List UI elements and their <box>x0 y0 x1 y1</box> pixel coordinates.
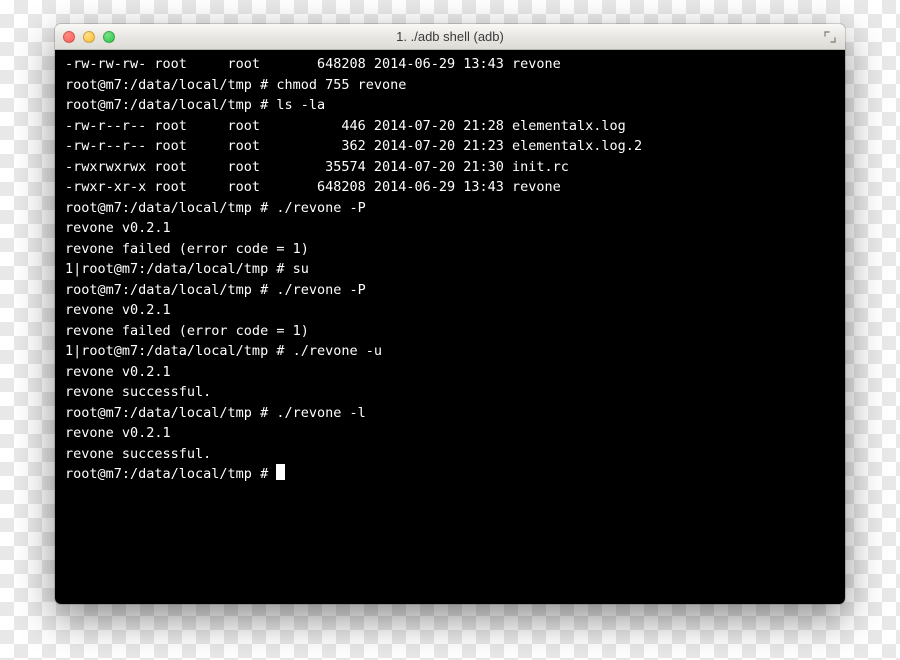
terminal-line: -rw-rw-rw- root root 648208 2014-06-29 1… <box>65 54 835 75</box>
terminal-line: revone v0.2.1 <box>65 300 835 321</box>
zoom-icon[interactable] <box>103 31 115 43</box>
traffic-lights <box>63 31 115 43</box>
terminal-line: revone v0.2.1 <box>65 423 835 444</box>
terminal-line: revone successful. <box>65 444 835 465</box>
terminal-line: root@m7:/data/local/tmp # <box>65 464 835 485</box>
terminal-line: root@m7:/data/local/tmp # ./revone -P <box>65 198 835 219</box>
close-icon[interactable] <box>63 31 75 43</box>
terminal-line: root@m7:/data/local/tmp # chmod 755 revo… <box>65 75 835 96</box>
terminal-line: -rw-r--r-- root root 362 2014-07-20 21:2… <box>65 136 835 157</box>
expand-icon[interactable] <box>823 30 837 44</box>
terminal-line: root@m7:/data/local/tmp # ./revone -P <box>65 280 835 301</box>
minimize-icon[interactable] <box>83 31 95 43</box>
titlebar: 1. ./adb shell (adb) <box>55 24 845 50</box>
terminal-line: 1|root@m7:/data/local/tmp # ./revone -u <box>65 341 835 362</box>
terminal-line: root@m7:/data/local/tmp # ./revone -l <box>65 403 835 424</box>
terminal-line: 1|root@m7:/data/local/tmp # su <box>65 259 835 280</box>
terminal-window: 1. ./adb shell (adb) -rw-rw-rw- root roo… <box>55 24 845 604</box>
terminal-body[interactable]: -rw-rw-rw- root root 648208 2014-06-29 1… <box>55 50 845 604</box>
terminal-line: root@m7:/data/local/tmp # ls -la <box>65 95 835 116</box>
terminal-line: revone successful. <box>65 382 835 403</box>
cursor <box>276 464 285 480</box>
terminal-line: -rw-r--r-- root root 446 2014-07-20 21:2… <box>65 116 835 137</box>
window-title: 1. ./adb shell (adb) <box>55 29 845 44</box>
terminal-line: -rwxr-xr-x root root 648208 2014-06-29 1… <box>65 177 835 198</box>
terminal-line: revone v0.2.1 <box>65 218 835 239</box>
terminal-line: -rwxrwxrwx root root 35574 2014-07-20 21… <box>65 157 835 178</box>
terminal-line: revone failed (error code = 1) <box>65 239 835 260</box>
terminal-line: revone v0.2.1 <box>65 362 835 383</box>
terminal-line: revone failed (error code = 1) <box>65 321 835 342</box>
